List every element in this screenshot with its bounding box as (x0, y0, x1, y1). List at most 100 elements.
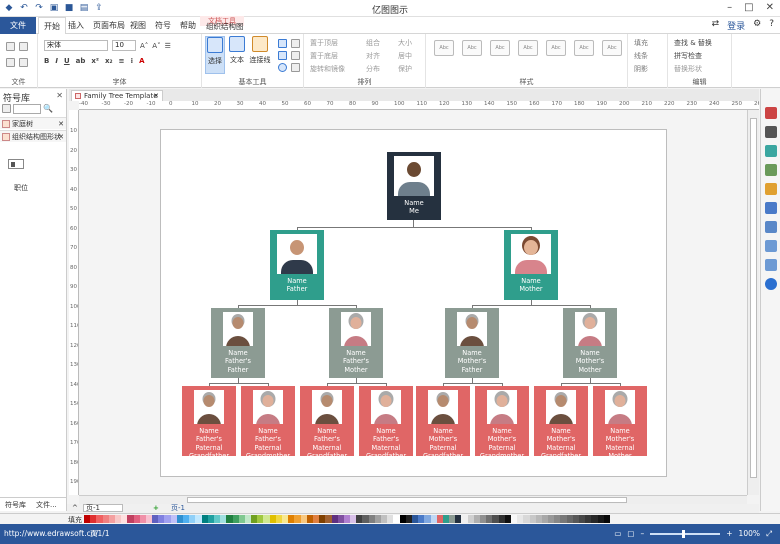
panel-close-icon[interactable]: ✕ (56, 91, 63, 100)
line-style-icon[interactable] (765, 126, 777, 138)
style-preset-7[interactable]: Abc (602, 40, 622, 56)
comment-icon[interactable] (765, 259, 777, 271)
maximize-icon[interactable]: □ (744, 2, 753, 13)
node-me[interactable]: Name Me (387, 152, 441, 220)
collapse-icon[interactable]: ^ (72, 504, 78, 513)
position-shape-thumbnail[interactable] (8, 159, 24, 169)
help-icon[interactable] (765, 278, 777, 290)
pencil-tool-icon[interactable] (291, 51, 300, 60)
node-grandparent[interactable]: Name Mother's Father (445, 308, 499, 378)
font-name-select[interactable]: 宋体 (44, 40, 108, 51)
page-tab-1[interactable]: 页-1 (171, 504, 185, 513)
node-great-grandparent[interactable]: Name Father's Paternal Grandmother (241, 386, 295, 460)
subscript-icon[interactable]: x₂ (105, 57, 113, 65)
node-great-grandparent[interactable]: Name Mother's Paternal Grandmother (475, 386, 529, 460)
line-button[interactable]: 线条 (634, 51, 648, 61)
color-swatches[interactable] (84, 515, 610, 523)
fill-button[interactable]: 填充 (634, 38, 648, 48)
zoom-out-icon[interactable]: – (641, 524, 645, 544)
bold-icon[interactable]: B (44, 57, 49, 65)
fit-page-icon[interactable]: ⤢ (766, 524, 772, 544)
navigation-icon[interactable] (765, 221, 777, 233)
style-preset-2[interactable]: Abc (462, 40, 482, 56)
ellipse-tool-icon[interactable] (278, 63, 287, 72)
node-grandparent[interactable]: Name Father's Father (211, 308, 265, 378)
line-tool-icon[interactable] (278, 39, 287, 48)
node-father[interactable]: Name Father (270, 230, 324, 300)
vertical-scrollbar[interactable] (747, 110, 759, 495)
center-button[interactable]: 居中 (398, 51, 412, 61)
add-page-icon[interactable]: + (153, 504, 159, 513)
superscript-icon[interactable]: x² (91, 57, 99, 65)
login-button[interactable]: 登录 (727, 19, 745, 32)
grow-font-icon[interactable]: A˄ (140, 42, 148, 50)
align-icon[interactable]: ≡ (119, 57, 125, 65)
close-library-icon[interactable]: ✕ (58, 131, 64, 142)
style-preset-4[interactable]: Abc (518, 40, 538, 56)
full-screen-icon[interactable]: ▢ (627, 524, 634, 544)
font-color-icon[interactable]: A (139, 57, 144, 65)
tab-file-recovery[interactable]: 文件... (31, 498, 62, 511)
node-great-grandparent[interactable]: Name Father's Maternal Grandfather (359, 386, 413, 460)
tab-view[interactable]: 视图 (125, 17, 151, 34)
text-tool-button[interactable]: 文本 (227, 36, 247, 74)
rotate-mirror-button[interactable]: 旋转和镜像 (310, 64, 345, 74)
replace-shape-button[interactable]: 替换形状 (674, 64, 702, 74)
rectangle-tool-icon[interactable] (278, 51, 287, 60)
size-button[interactable]: 大小 (398, 38, 412, 48)
scrollbar-thumb[interactable] (187, 497, 627, 503)
font-size-select[interactable]: 10 (112, 40, 136, 51)
tab-org-chart[interactable]: 组织结构图 (201, 20, 249, 34)
tab-symbols[interactable]: 符号 (150, 17, 176, 34)
tab-page-layout[interactable]: 页面布局 (88, 17, 130, 34)
node-great-grandparent[interactable]: Name Mother's Maternal Mother (593, 386, 647, 460)
node-mother[interactable]: Name Mother (504, 230, 558, 300)
format-painter-icon[interactable] (765, 107, 777, 119)
bullets-icon[interactable]: ⁝ (130, 57, 133, 65)
settings-icon[interactable]: ⚙ (753, 19, 761, 32)
bring-front-button[interactable]: 置于顶层 (310, 38, 338, 48)
italic-icon[interactable]: I (55, 57, 58, 65)
node-great-grandparent[interactable]: Name Father's Maternal Grandfather (300, 386, 354, 460)
color-swatch[interactable] (603, 515, 610, 523)
cut-icon[interactable] (6, 42, 15, 51)
align-button[interactable]: 对齐 (366, 51, 380, 61)
underline-icon[interactable]: U (64, 57, 70, 65)
style-preset-3[interactable]: Abc (490, 40, 510, 56)
page-select[interactable]: 页-1 (83, 504, 123, 512)
find-replace-button[interactable]: 查找 & 替换 (674, 38, 712, 48)
search-icon[interactable]: 🔍 (43, 104, 53, 113)
connector-tool-button[interactable]: 连接线 (248, 36, 272, 74)
crop-tool-icon[interactable] (291, 63, 300, 72)
drawing-canvas[interactable]: Name Me Name Father Name Mother Name Fat… (79, 110, 747, 495)
minimize-icon[interactable]: – (727, 2, 732, 13)
library-org-chart-shapes[interactable]: 组织结构图形状 ✕ (0, 130, 66, 142)
horizontal-scrollbar[interactable] (79, 495, 747, 504)
spell-check-button[interactable]: 拼写检查 (674, 51, 702, 61)
library-family-tree[interactable]: 家庭树 ✕ (0, 117, 66, 129)
library-menu-icon[interactable] (2, 104, 11, 113)
drawing-page[interactable]: Name Me Name Father Name Mother Name Fat… (160, 129, 667, 477)
copy-icon[interactable] (19, 42, 28, 51)
group-button[interactable]: 组合 (366, 38, 380, 48)
tab-insert[interactable]: 插入 (63, 17, 89, 34)
format-painter-icon[interactable] (19, 58, 28, 67)
fill-style-icon[interactable] (765, 145, 777, 157)
zoom-in-icon[interactable]: + (726, 524, 732, 544)
image-icon[interactable] (765, 164, 777, 176)
tab-symbol-library[interactable]: 符号库 (0, 498, 31, 511)
node-grandparent[interactable]: Name Father's Mother (329, 308, 383, 378)
node-great-grandparent[interactable]: Name Mother's Paternal Grandfather (416, 386, 470, 460)
layer-icon[interactable] (765, 183, 777, 195)
help-icon[interactable]: ? (769, 19, 774, 32)
close-icon[interactable]: ✕ (766, 2, 774, 13)
protect-button[interactable]: 保护 (398, 64, 412, 74)
strikethrough-icon[interactable]: ab (76, 57, 86, 65)
tab-help[interactable]: 帮助 (175, 17, 201, 34)
document-tab[interactable]: Family Tree Template ✕ (71, 90, 163, 101)
style-preset-6[interactable]: Abc (574, 40, 594, 56)
page-icon[interactable] (765, 202, 777, 214)
pen-tool-icon[interactable] (291, 39, 300, 48)
close-tab-icon[interactable]: ✕ (153, 91, 159, 101)
shrink-font-icon[interactable]: A˅ (152, 42, 160, 50)
